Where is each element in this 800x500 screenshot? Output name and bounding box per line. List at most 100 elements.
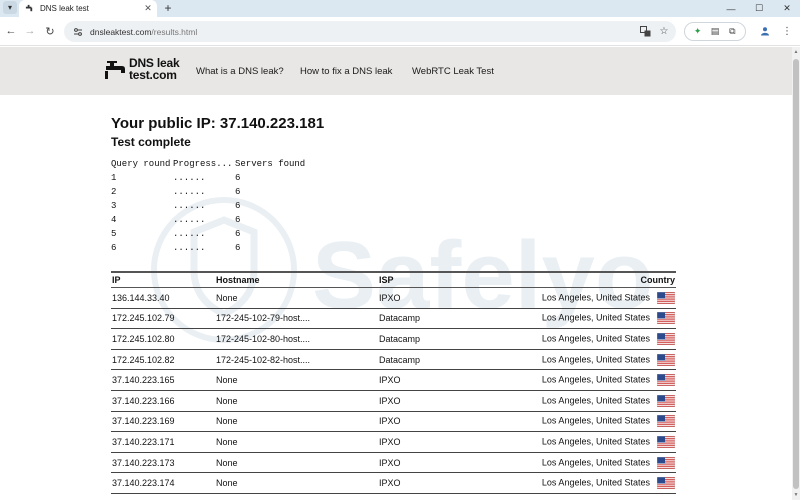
new-tab-button[interactable]: + xyxy=(161,1,175,15)
cell-ip: 37.140.223.166 xyxy=(111,390,215,412)
cell-country-text: Los Angeles, United States xyxy=(541,292,650,303)
sparkle-extension-icon[interactable]: ✦ xyxy=(692,26,704,38)
us-flag-icon xyxy=(656,291,676,305)
header-ip: IP xyxy=(111,271,215,288)
scroll-up-icon[interactable]: ▲ xyxy=(793,49,799,55)
us-flag-icon xyxy=(656,456,676,469)
cell-ip-text: 172.245.102.79 xyxy=(112,313,175,324)
nav-how-to-fix-dns-leak[interactable]: How to fix a DNS leak xyxy=(300,66,392,77)
reload-icon[interactable]: ↻ xyxy=(42,23,58,39)
us-flag-icon xyxy=(656,476,676,490)
scrollbar-thumb[interactable] xyxy=(793,59,799,489)
header-progress: Progress... xyxy=(173,159,233,169)
scroll-down-icon[interactable]: ▼ xyxy=(793,492,799,498)
site-logo[interactable]: DNS leak test.com xyxy=(105,57,185,83)
header-servers-found: Servers found xyxy=(235,159,306,169)
cell-isp-text: IPXO xyxy=(379,478,401,489)
cell-hostname: 172-245-102-79-host.... xyxy=(215,308,378,330)
faucet-favicon-icon xyxy=(25,4,34,13)
cell-country-text: Los Angeles, United States xyxy=(541,374,650,385)
nav-webrtc-leak-test[interactable]: WebRTC Leak Test xyxy=(412,66,494,77)
cell-hostname: None xyxy=(215,472,378,494)
site-settings-icon[interactable] xyxy=(71,25,85,39)
url-text[interactable]: dnsleaktest.com/results.html xyxy=(90,27,638,37)
round-servers: 6 xyxy=(235,215,241,225)
cell-hostname: None xyxy=(215,452,378,474)
cell-hostname: None xyxy=(215,369,378,391)
table-row: 37.140.223.166 None IPXO Los Angeles, Unite… xyxy=(111,390,676,412)
nav-what-is-dns-leak[interactable]: What is a DNS leak? xyxy=(196,66,284,77)
cell-isp-text: IPXO xyxy=(379,436,401,447)
cell-country-text: Los Angeles, United States xyxy=(541,477,650,488)
test-status: Test complete xyxy=(111,135,191,149)
title-bar: ▾ DNS leak test ✕ + — ☐ ✕ xyxy=(0,0,800,17)
cell-isp-text: IPXO xyxy=(379,457,401,468)
close-tab-icon[interactable]: ✕ xyxy=(142,3,154,15)
cell-isp: IPXO xyxy=(378,390,538,412)
reader-extension-icon[interactable]: ▤ xyxy=(709,26,721,38)
table-row: 172.245.102.82 172-245-102-82-host.... Dat… xyxy=(111,349,676,371)
cell-ip-text: 37.140.223.165 xyxy=(112,375,175,386)
round-number: 2 xyxy=(111,187,117,197)
table-row: 37.140.223.173 None IPXO Los Angeles, Unite… xyxy=(111,452,676,474)
header-hostname: Hostname xyxy=(215,271,378,288)
cell-country: Los Angeles, United States xyxy=(538,369,676,391)
cell-ip-text: 37.140.223.171 xyxy=(112,436,175,447)
cell-country-text: Los Angeles, United States xyxy=(541,456,650,467)
cell-ip-text: 37.140.223.174 xyxy=(112,478,175,489)
cell-hostname: None xyxy=(215,287,378,309)
cell-country: Los Angeles, United States xyxy=(538,390,676,412)
tab-search-button[interactable]: ▾ xyxy=(3,1,17,14)
cell-country: Los Angeles, United States xyxy=(538,452,676,474)
minimize-icon[interactable]: — xyxy=(718,0,744,17)
cell-isp: IPXO xyxy=(378,431,538,453)
cell-ip-text: 172.245.102.80 xyxy=(112,333,175,344)
cell-isp: IPXO xyxy=(378,411,538,433)
back-arrow-icon[interactable]: ← xyxy=(3,23,19,39)
tab-dns-leak-test[interactable]: DNS leak test ✕ xyxy=(19,0,157,17)
maximize-icon[interactable]: ☐ xyxy=(746,0,772,17)
round-servers: 6 xyxy=(235,229,241,239)
cell-isp-text: IPXO xyxy=(379,375,401,386)
page-scrollbar[interactable]: ▲ ▼ xyxy=(792,47,800,500)
us-flag-icon xyxy=(656,373,676,387)
more-menu-icon[interactable]: ⋮ xyxy=(780,24,794,38)
table-row: 37.140.223.174 None IPXO Los Angeles, Unite… xyxy=(111,472,676,494)
bookmark-star-icon[interactable]: ☆ xyxy=(657,25,671,39)
us-flag-icon xyxy=(656,312,676,325)
extensions-group: ✦ ▤ ⧉ xyxy=(684,22,746,41)
cell-country: Los Angeles, United States xyxy=(538,431,676,453)
translate-icon[interactable] xyxy=(638,25,652,39)
round-progress: ...... xyxy=(173,243,206,253)
round-servers: 6 xyxy=(235,187,241,197)
cell-ip: 37.140.223.171 xyxy=(111,431,215,453)
table-row: 136.144.33.40 None IPXO Los Angeles, United… xyxy=(111,287,676,309)
cell-country-text: Los Angeles, United States xyxy=(541,353,650,364)
cell-ip-text: 37.140.223.173 xyxy=(112,457,175,468)
us-flag-icon xyxy=(656,332,676,346)
us-flag-icon xyxy=(656,394,676,408)
forward-arrow-icon[interactable]: → xyxy=(22,23,38,39)
address-bar[interactable]: dnsleaktest.com/results.html ☆ xyxy=(64,21,676,42)
round-progress: ...... xyxy=(173,201,206,211)
close-window-icon[interactable]: ✕ xyxy=(774,0,800,17)
cell-ip: 172.245.102.79 xyxy=(111,308,215,330)
cell-ip: 37.140.223.174 xyxy=(111,472,215,494)
cell-hostname: None xyxy=(215,431,378,453)
url-host: dnsleaktest.com xyxy=(90,26,152,37)
cell-hostname-text: None xyxy=(216,416,238,427)
round-number: 6 xyxy=(111,243,117,253)
cell-hostname-text: None xyxy=(216,457,238,468)
cell-country: Los Angeles, United States xyxy=(538,328,676,350)
chevron-down-icon: ▾ xyxy=(7,3,12,12)
browser-toolbar: ← → ↻ dnsleaktest.com/results.html ☆ ✦ ▤… xyxy=(0,17,800,46)
profile-icon[interactable] xyxy=(758,24,772,38)
extensions-puzzle-icon[interactable]: ⧉ xyxy=(726,26,738,38)
cell-hostname-text: None xyxy=(216,436,238,447)
header-isp: ISP xyxy=(378,271,538,288)
round-progress: ...... xyxy=(173,215,206,225)
cell-hostname-text: None xyxy=(216,395,238,406)
faucet-logo-icon xyxy=(105,61,125,79)
cell-country: Los Angeles, United States xyxy=(538,472,676,494)
cell-isp: Datacamp xyxy=(378,349,538,371)
